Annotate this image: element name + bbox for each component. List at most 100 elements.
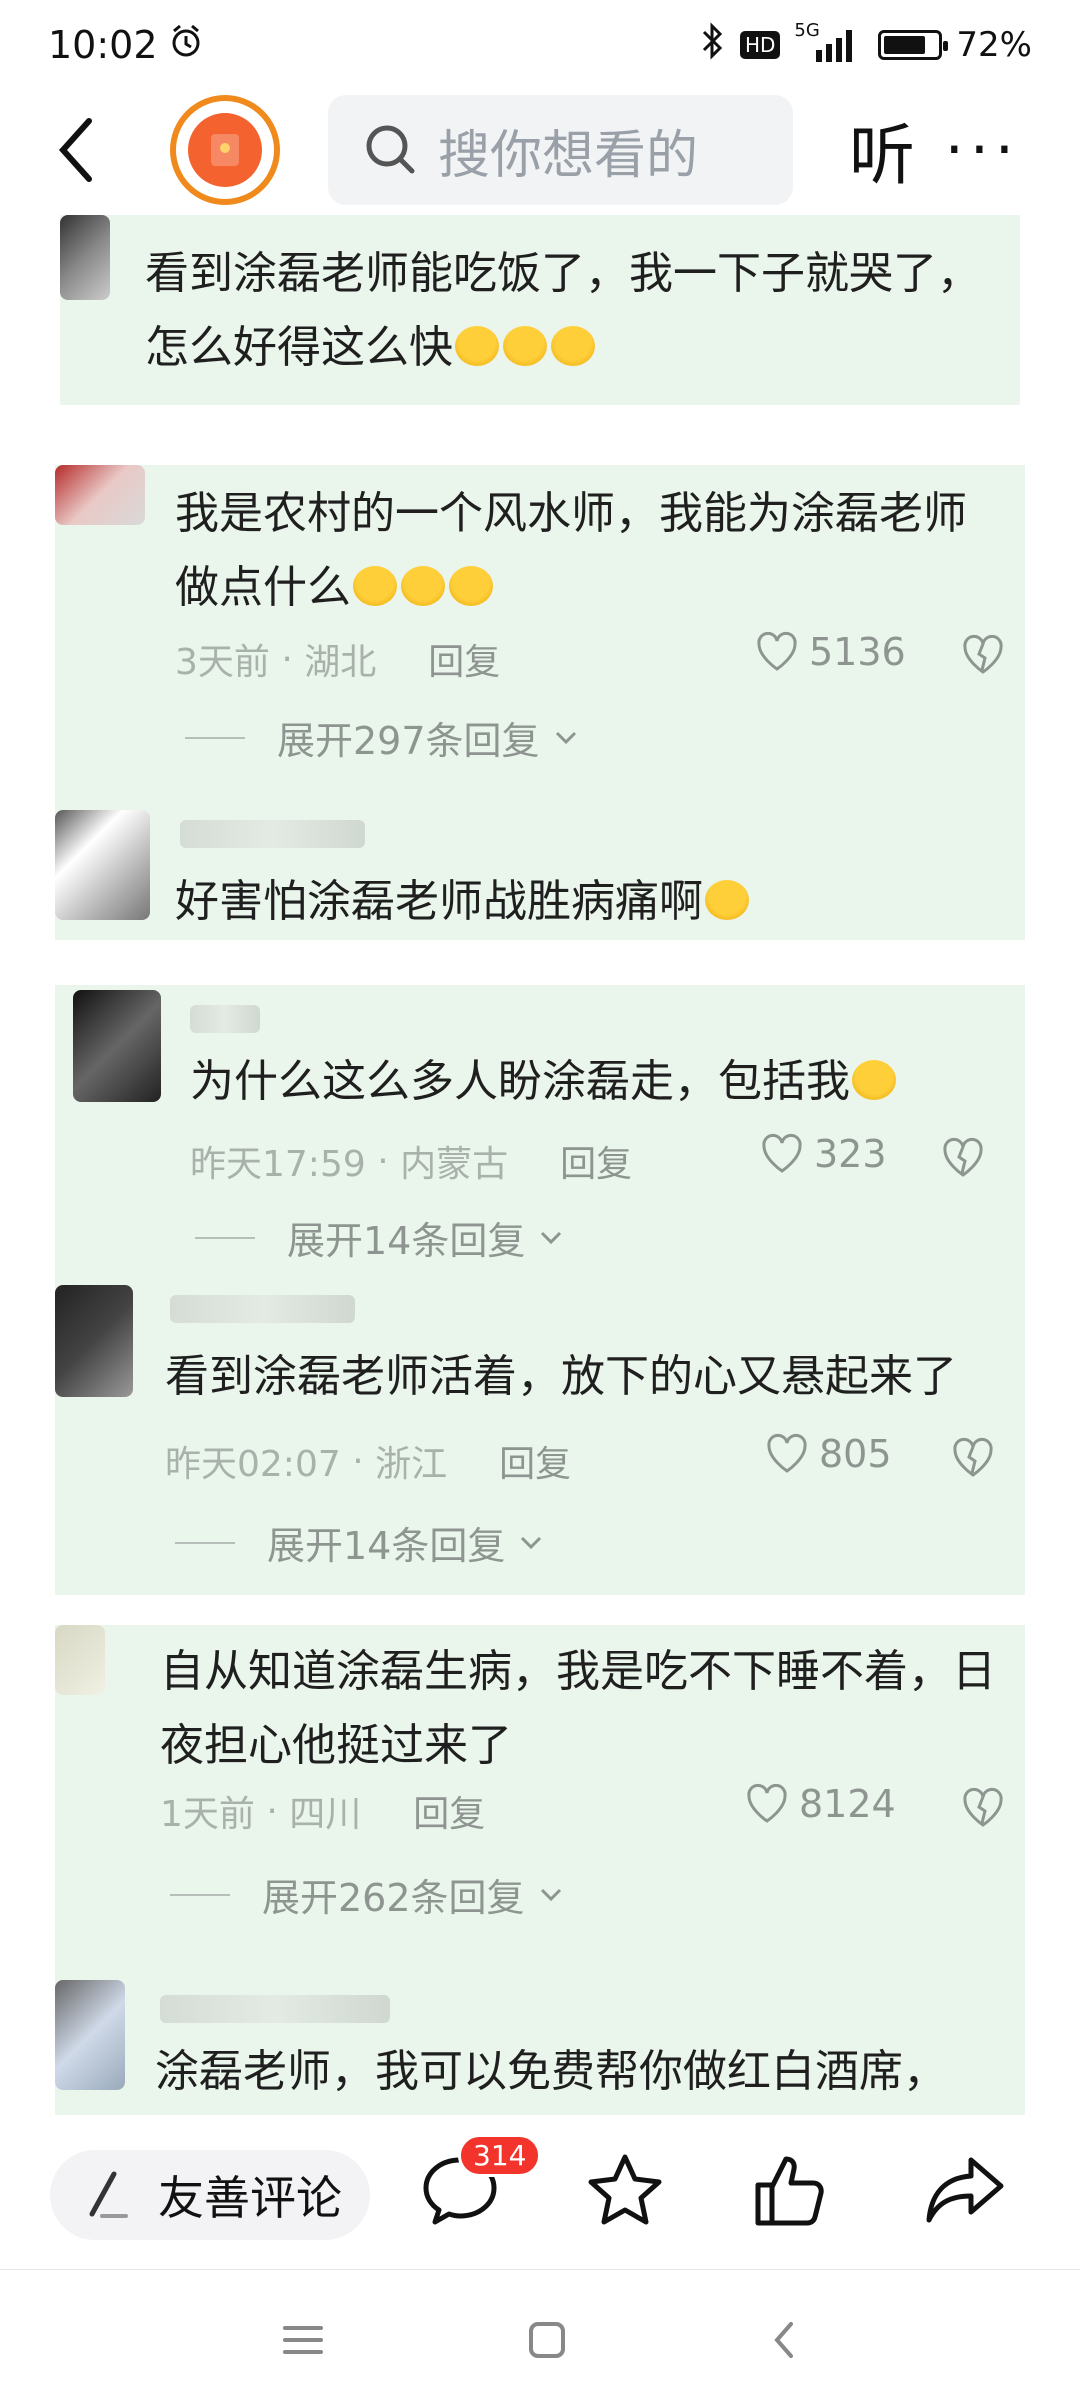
menu-icon[interactable] [281,2322,325,2358]
back-nav-icon[interactable] [769,2320,799,2360]
avatar [55,1980,125,2090]
red-packet-icon [188,113,262,187]
status-time: 10:02 [48,23,158,67]
bluetooth-icon [700,21,726,69]
signal-icon: 5G [794,20,864,64]
dislike-icon[interactable] [950,1435,996,1481]
chevron-down-icon [555,731,576,744]
avatar [55,465,145,525]
chevron-down-icon [521,1536,542,1549]
comment-count-badge: 314 [458,2134,542,2177]
like-button[interactable]: 805 [765,1432,892,1476]
blurred-username [160,1995,390,2023]
share-arrow-icon [926,2157,1004,2223]
search-placeholder: 搜你想看的 [438,125,699,186]
battery-icon [878,30,949,60]
reply-button[interactable]: 回复 [413,1785,485,1837]
like-count: 5136 [809,630,906,674]
like-button[interactable]: 323 [760,1132,887,1176]
write-comment-button[interactable]: 友善评论 [50,2149,370,2240]
dislike-icon[interactable] [960,1785,1006,1831]
comment-card: 为什么这么多人盼涂磊走，包括我 昨天17:59 · 内蒙古 回复 323 展开1… [55,985,1025,1595]
reply-button[interactable]: 回复 [499,1435,571,1487]
back-button[interactable] [40,115,110,185]
blurred-username [170,1295,355,1323]
dislike-icon[interactable] [940,1135,986,1181]
comment-text: 涂磊老师，我可以免费帮你做红白酒席， [155,2046,947,2097]
dislike-icon[interactable] [960,632,1006,678]
comment-meta: 昨天17:59 · 内蒙古 回复 [190,1135,632,1187]
blurred-username [180,820,365,848]
heart-icon [767,1433,807,1473]
comment-card: 自从知道涂磊生病，我是吃不下睡不着，日夜担心他挺过来了 1天前 · 四川 回复 … [55,1625,1025,2115]
write-comment-label: 友善评论 [158,2170,342,2225]
crying-emoji [705,880,749,920]
avatar [60,215,110,300]
crying-emoji [455,326,499,366]
like-button[interactable]: 5136 [755,630,906,674]
expand-replies-button[interactable]: 展开14条回复 [195,1210,563,1265]
laughing-emoji [852,1060,896,1100]
avatar [55,1285,133,1397]
like-count: 8124 [799,1782,896,1826]
crying-emoji [503,326,547,366]
listen-button[interactable]: 听 [849,102,915,198]
comment-image-feed: 看到涂磊老师能吃饭了，我一下子就哭了，怎么好得这么快 我是农村的一个风水师，我能… [0,215,1080,2115]
search-input[interactable]: 搜你想看的 [328,95,793,205]
chevron-left-icon [58,118,92,182]
heart-icon [747,1783,787,1823]
like-count: 805 [819,1432,892,1476]
crying-emoji [401,566,445,606]
home-icon[interactable] [527,2320,567,2360]
comment-meta: 昨天02:07 · 浙江 回复 [165,1435,571,1487]
comment-text: 为什么这么多人盼涂磊走，包括我 [190,1045,1010,1119]
reply-button[interactable]: 回复 [560,1135,632,1187]
share-button[interactable] [915,2140,1015,2240]
bottom-action-bar: 友善评论 314 [0,2120,1080,2270]
expand-replies-button[interactable]: 展开262条回复 [170,1867,563,1922]
chevron-down-icon [540,1888,561,1901]
more-icon[interactable]: ··· [945,115,1040,185]
alarm-icon [168,23,204,68]
comment-location: 湖北 [304,642,377,683]
blurred-username [190,1005,260,1033]
comment-text: 看到涂磊老师活着，放下的心又悬起来了 [165,1351,957,1402]
comment-time: 昨天17:59 [190,1144,366,1185]
reply-button[interactable]: 回复 [428,633,500,685]
crying-emoji [353,566,397,606]
star-icon [588,2154,662,2225]
like-button[interactable]: 8124 [745,1782,896,1826]
thumbs-up-icon [755,2156,824,2226]
top-nav: 搜你想看的 听 ··· [0,90,1080,210]
comment-time: 3天前 [175,642,270,683]
comment-meta: 3天前 · 湖北 回复 [175,633,500,685]
comment-meta: 1天前 · 四川 回复 [160,1785,485,1837]
comment-card: 看到涂磊老师能吃饭了，我一下子就哭了，怎么好得这么快 [60,215,1020,405]
comment-location: 四川 [289,1794,362,1835]
comment-text: 看到涂磊老师能吃饭了，我一下子就哭了，怎么好得这么快 [145,248,981,373]
comment-time: 1天前 [160,1794,255,1835]
hd-badge: HD [739,31,781,59]
comment-location: 内蒙古 [400,1144,509,1185]
crying-emoji [551,326,595,366]
comment-text: 我是农村的一个风水师，我能为涂磊老师做点什么 [175,488,967,613]
status-bar: 10:02 HD 5G 72% [0,0,1080,90]
crying-emoji [449,566,493,606]
avatar [55,1625,105,1695]
comment-time: 昨天02:07 [165,1444,341,1485]
heart-icon [757,631,797,671]
comment-text: 好害怕涂磊老师战胜病痛啊 [175,865,995,939]
expand-replies-button[interactable]: 展开14条回复 [175,1515,543,1570]
comment-location: 浙江 [375,1444,448,1485]
comments-button[interactable]: 314 [410,2134,542,2240]
comment-text: 自从知道涂磊生病，我是吃不下睡不着，日夜担心他挺过来了 [160,1646,996,1771]
like-post-button[interactable] [740,2140,840,2240]
search-icon [366,125,415,174]
expand-replies-button[interactable]: 展开297条回复 [185,710,578,765]
like-count: 323 [814,1132,887,1176]
heart-icon [762,1133,802,1173]
red-packet-avatar[interactable] [170,95,280,205]
favorite-button[interactable] [575,2140,675,2240]
avatar [55,810,150,920]
battery-percent: 72% [956,25,1032,65]
